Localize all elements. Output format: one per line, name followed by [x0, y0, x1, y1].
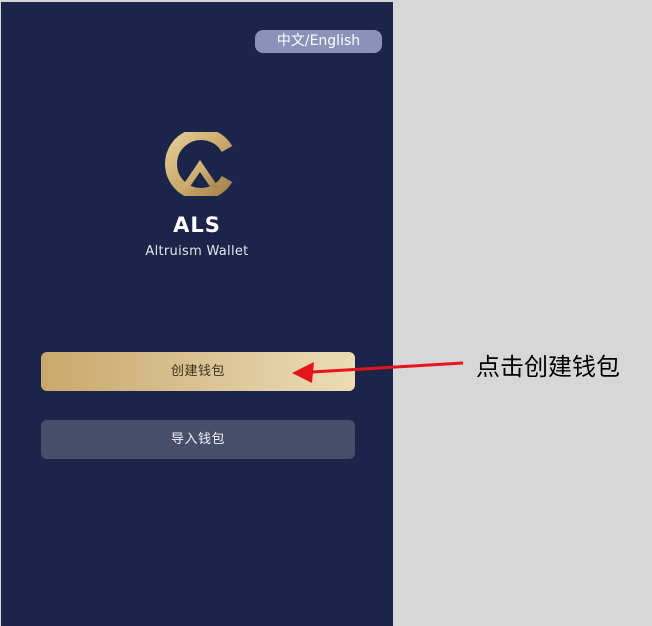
- language-toggle-button[interactable]: 中文/English: [255, 30, 382, 53]
- create-wallet-button[interactable]: 创建钱包: [41, 352, 355, 391]
- wallet-app-screen: 中文/English ALS Altruism Wallet 创建钱包 导入钱包: [1, 2, 393, 626]
- app-tagline: Altruism Wallet: [145, 244, 249, 259]
- als-logo-icon: [160, 128, 238, 200]
- app-title: ALS: [173, 213, 221, 237]
- import-wallet-button[interactable]: 导入钱包: [41, 420, 355, 459]
- annotation-label: 点击创建钱包: [476, 353, 620, 381]
